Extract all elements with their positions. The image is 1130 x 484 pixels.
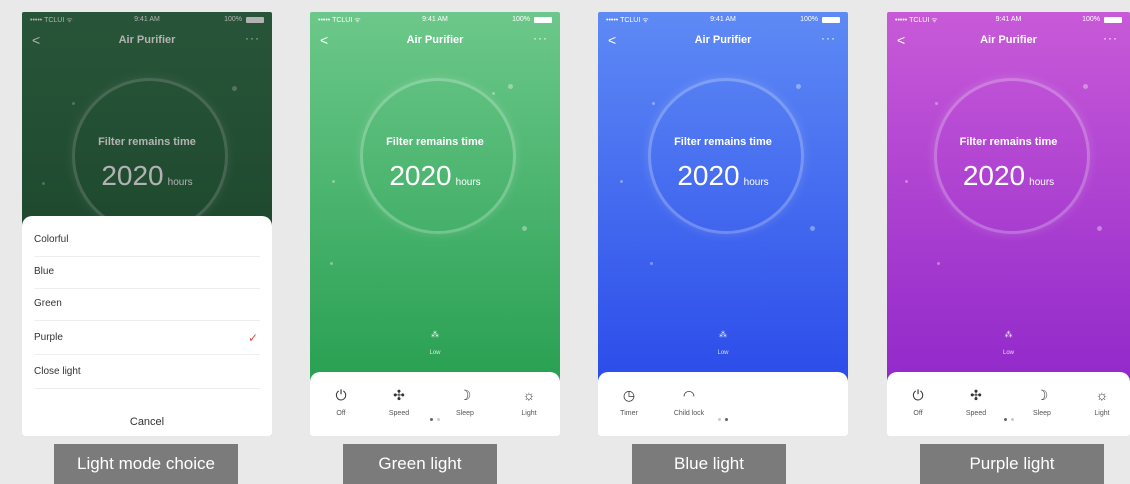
decor-dot xyxy=(937,262,940,265)
phone-green-light: ••••• TCLUI ᯤ 9:41 AM 100% < Air Purifie… xyxy=(310,12,560,436)
decor-dot xyxy=(522,226,527,231)
clock-icon: ◷ xyxy=(622,387,636,403)
filter-value: 2020 hours xyxy=(887,160,1130,192)
battery-icon xyxy=(822,17,840,23)
status-bar: ••••• TCLUI ᯤ 9:41 AM 100% xyxy=(310,12,560,28)
filter-number: 2020 xyxy=(962,160,1026,191)
decor-dot xyxy=(508,84,513,89)
decor-dot xyxy=(492,92,495,95)
control-bar: ⏻ Off ✣ Speed ☽ Sleep ☼ Light xyxy=(310,372,560,436)
phone-purple-light: ••••• TCLUI ᯤ 9:41 AM 100% < Air Purifie… xyxy=(887,12,1130,436)
decor-dot xyxy=(810,226,815,231)
fan-level: Low xyxy=(429,350,441,356)
lightbulb-icon: ☼ xyxy=(1095,387,1109,403)
filter-unit: hours xyxy=(455,177,481,188)
option-label: Close light xyxy=(34,366,81,377)
more-icon[interactable]: ··· xyxy=(821,31,836,45)
more-icon[interactable]: ··· xyxy=(533,31,548,45)
fan-level: Low xyxy=(717,350,729,356)
nav-bar: < Air Purifier ··· xyxy=(598,30,848,54)
page-title: Air Purifier xyxy=(406,34,464,46)
decor-dot xyxy=(1097,226,1102,231)
page-indicator xyxy=(887,408,1130,426)
filter-unit: hours xyxy=(743,177,769,188)
decor-dot xyxy=(796,84,801,89)
power-icon: ⏻ xyxy=(912,387,924,403)
status-bar: ••••• TCLUI ᯤ 9:41 AM 100% xyxy=(598,12,848,28)
more-icon[interactable]: ··· xyxy=(1103,31,1118,45)
filter-value: 2020 hours xyxy=(310,160,560,192)
fan-speed-icon: ⁂ xyxy=(719,330,727,339)
phone-light-mode-choice: ••••• TCLUI ᯤ 9:41 AM 100% < Air Purifie… xyxy=(22,12,272,436)
caption-purple-light: Purple light xyxy=(920,444,1104,484)
page-indicator xyxy=(310,408,560,426)
filter-number: 2020 xyxy=(677,160,740,191)
moon-icon: ☽ xyxy=(1035,387,1049,403)
option-label: Purple xyxy=(34,332,63,343)
option-label: Colorful xyxy=(34,234,69,245)
filter-value: 2020 hours xyxy=(598,160,848,192)
decor-dot xyxy=(650,262,653,265)
fan-icon: ✣ xyxy=(393,387,405,403)
filter-label: Filter remains time xyxy=(386,136,484,148)
caption-light-mode-choice: Light mode choice xyxy=(54,444,238,484)
filter-number: 2020 xyxy=(389,160,452,191)
caption-blue-light: Blue light xyxy=(632,444,786,484)
option-purple[interactable]: Purple ✓ xyxy=(34,322,260,355)
filter-ring xyxy=(933,78,1090,234)
filter-label: Filter remains time xyxy=(959,136,1058,148)
page-title: Air Purifier xyxy=(694,34,752,46)
moon-icon: ☽ xyxy=(458,387,472,403)
lightbulb-icon: ☼ xyxy=(522,387,536,403)
status-bar: ••••• TCLUI ᯤ 9:41 AM 100% xyxy=(887,12,1130,28)
option-colorful[interactable]: Colorful xyxy=(34,224,260,257)
battery-icon xyxy=(534,17,552,23)
battery-label: 100% xyxy=(1082,16,1100,23)
decor-dot xyxy=(652,102,655,105)
fan-speed-icon: ⁂ xyxy=(431,330,439,339)
fan-level: Low xyxy=(1002,350,1014,356)
caption-green-light: Green light xyxy=(343,444,497,484)
control-bar: ⏻ Off ✣ Speed ☽ Sleep ☼ Light xyxy=(887,372,1130,436)
decor-dot xyxy=(935,102,938,105)
cancel-button[interactable]: Cancel xyxy=(22,416,272,428)
option-label: Blue xyxy=(34,266,55,277)
power-icon: ⏻ xyxy=(335,387,347,403)
nav-bar: < Air Purifier ··· xyxy=(887,30,1130,54)
battery-label: 100% xyxy=(512,16,530,23)
decor-dot xyxy=(905,180,908,183)
filter-unit: hours xyxy=(1029,177,1055,188)
option-blue[interactable]: Blue xyxy=(34,256,260,289)
filter-label: Filter remains time xyxy=(674,136,772,148)
option-label: Green xyxy=(34,298,62,309)
decor-dot xyxy=(332,180,335,183)
page-title: Air Purifier xyxy=(980,34,1037,46)
filter-ring xyxy=(648,78,804,234)
control-bar: ◷ Timer ◠ Child lock xyxy=(598,372,848,436)
decor-dot xyxy=(330,262,333,265)
phone-blue-light: ••••• TCLUI ᯤ 9:41 AM 100% < Air Purifie… xyxy=(598,12,848,436)
nav-bar: < Air Purifier ··· xyxy=(310,30,560,54)
fan-icon: ✣ xyxy=(970,387,982,403)
checkmark-icon: ✓ xyxy=(247,331,258,345)
decor-dot xyxy=(620,180,623,183)
option-green[interactable]: Green xyxy=(34,288,260,321)
battery-icon xyxy=(1104,17,1122,23)
child-lock-icon: ◠ xyxy=(682,387,696,403)
filter-ring xyxy=(360,78,516,234)
decor-dot xyxy=(1083,84,1088,89)
fan-speed-icon: ⁂ xyxy=(1004,330,1013,339)
option-close-light[interactable]: Close light xyxy=(34,356,260,389)
battery-label: 100% xyxy=(800,16,818,23)
light-mode-sheet: Colorful Blue Green Purple ✓ Close light … xyxy=(22,216,272,436)
page-indicator xyxy=(598,408,848,426)
